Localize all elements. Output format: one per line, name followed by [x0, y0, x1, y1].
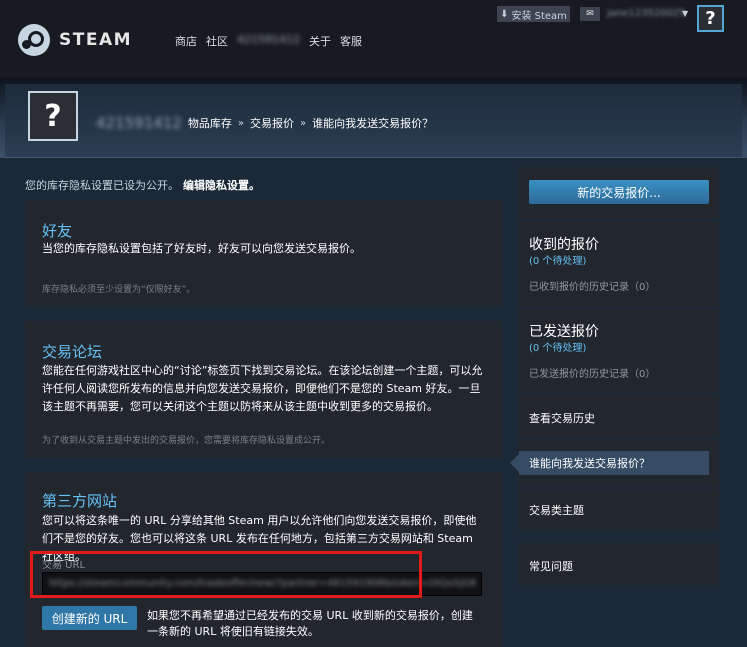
privacy-text: 您的库存隐私设置已设为公开。 [25, 179, 179, 192]
install-steam-button[interactable]: ⬇ 安装 Steam [497, 6, 570, 22]
main-nav: 商店 社区 421591412 关于 客服 [175, 33, 362, 49]
trade-forum-desc: 您能在任何游戏社区中心的“讨论”标签页下找到交易论坛。在该论坛创建一个主题，可以… [42, 364, 483, 413]
trade-forum-section: 交易论坛 您能在任何游戏社区中心的“讨论”标签页下找到交易论坛。在该论坛创建一个… [25, 321, 502, 458]
trade-forum-note: 为了收到从交易主题中发出的交易报价，您需要将库存隐私设置成公开。 [42, 436, 331, 446]
friends-section: 好友 当您的库存隐私设置包括了好友时，好友可以向您发送交易报价。 库存隐私必须至… [25, 200, 502, 307]
received-offers-title[interactable]: 收到的报价 [529, 234, 599, 254]
sent-pending-link[interactable]: (0 个待处理) [529, 339, 586, 354]
nav-support[interactable]: 客服 [340, 33, 362, 49]
nav-store[interactable]: 商店 [175, 33, 197, 49]
trade-url-highlight [30, 551, 422, 598]
breadcrumb-separator: » [300, 117, 307, 129]
third-party-title: 第三方网站 [42, 492, 118, 510]
faq-link[interactable]: 常见问题 [529, 558, 573, 574]
privacy-status: 您的库存隐私设置已设为公开。 编辑隐私设置。 [25, 177, 260, 193]
trade-topics-link[interactable]: 交易类主题 [529, 502, 584, 518]
friends-note: 库存隐私必须至少设置为“仅限好友”。 [42, 285, 196, 295]
steam-logo-icon [18, 24, 50, 56]
new-trade-offer-button[interactable]: 新的交易报价... [529, 180, 709, 204]
view-trade-history-link[interactable]: 查看交易历史 [529, 410, 595, 426]
breadcrumb-inventory[interactable]: 物品库存 [188, 115, 232, 131]
download-icon: ⬇ [500, 8, 509, 20]
sidebar-item-who-can-send[interactable]: 谁能向我发送交易报价？ [510, 451, 709, 475]
nav-community[interactable]: 社区 [206, 33, 228, 49]
install-steam-label: 安装 Steam [511, 10, 567, 22]
account-name[interactable]: jane123520025 [607, 8, 686, 19]
edit-privacy-link[interactable]: 编辑隐私设置。 [183, 179, 260, 192]
breadcrumb-current: 谁能向我发送交易报价？ [312, 117, 434, 130]
breadcrumb-trade-offers[interactable]: 交易报价 [250, 115, 294, 131]
friends-desc: 当您的库存隐私设置包括了好友时，好友可以向您发送交易报价。 [42, 242, 361, 255]
friends-title: 好友 [42, 222, 73, 240]
breadcrumb-username[interactable]: 421591412 [96, 114, 182, 132]
breadcrumb: 421591412 物品库存 » 交易报价 » 谁能向我发送交易报价？ [96, 114, 433, 132]
received-history-link[interactable]: 已收到报价的历史记录（0） [529, 278, 655, 293]
sent-offers-title[interactable]: 已发送报价 [529, 321, 599, 341]
nav-username[interactable]: 421591412 [237, 33, 300, 49]
profile-avatar[interactable]: ? [28, 91, 78, 141]
trade-forum-title: 交易论坛 [42, 343, 103, 361]
sent-history-link[interactable]: 已发送报价的历史记录（0） [529, 365, 655, 380]
nav-about[interactable]: 关于 [309, 33, 331, 49]
chevron-down-icon[interactable]: ▼ [682, 9, 688, 18]
steam-logo-text: STEAM [59, 30, 133, 50]
received-pending-link[interactable]: (0 个待处理) [529, 252, 586, 267]
create-new-url-button[interactable]: 创建新的 URL [42, 606, 137, 630]
steam-logo[interactable]: STEAM [18, 24, 132, 56]
new-url-note: 如果您不再希望通过已经发布的交易 URL 收到新的交易报价，创建一条新的 URL… [147, 609, 473, 638]
mail-icon[interactable]: ✉ [580, 7, 600, 21]
global-header: STEAM 商店 社区 421591412 关于 客服 ⬇ 安装 Steam ✉… [0, 0, 747, 78]
avatar[interactable]: ? [697, 5, 724, 32]
breadcrumb-separator: » [237, 117, 245, 129]
